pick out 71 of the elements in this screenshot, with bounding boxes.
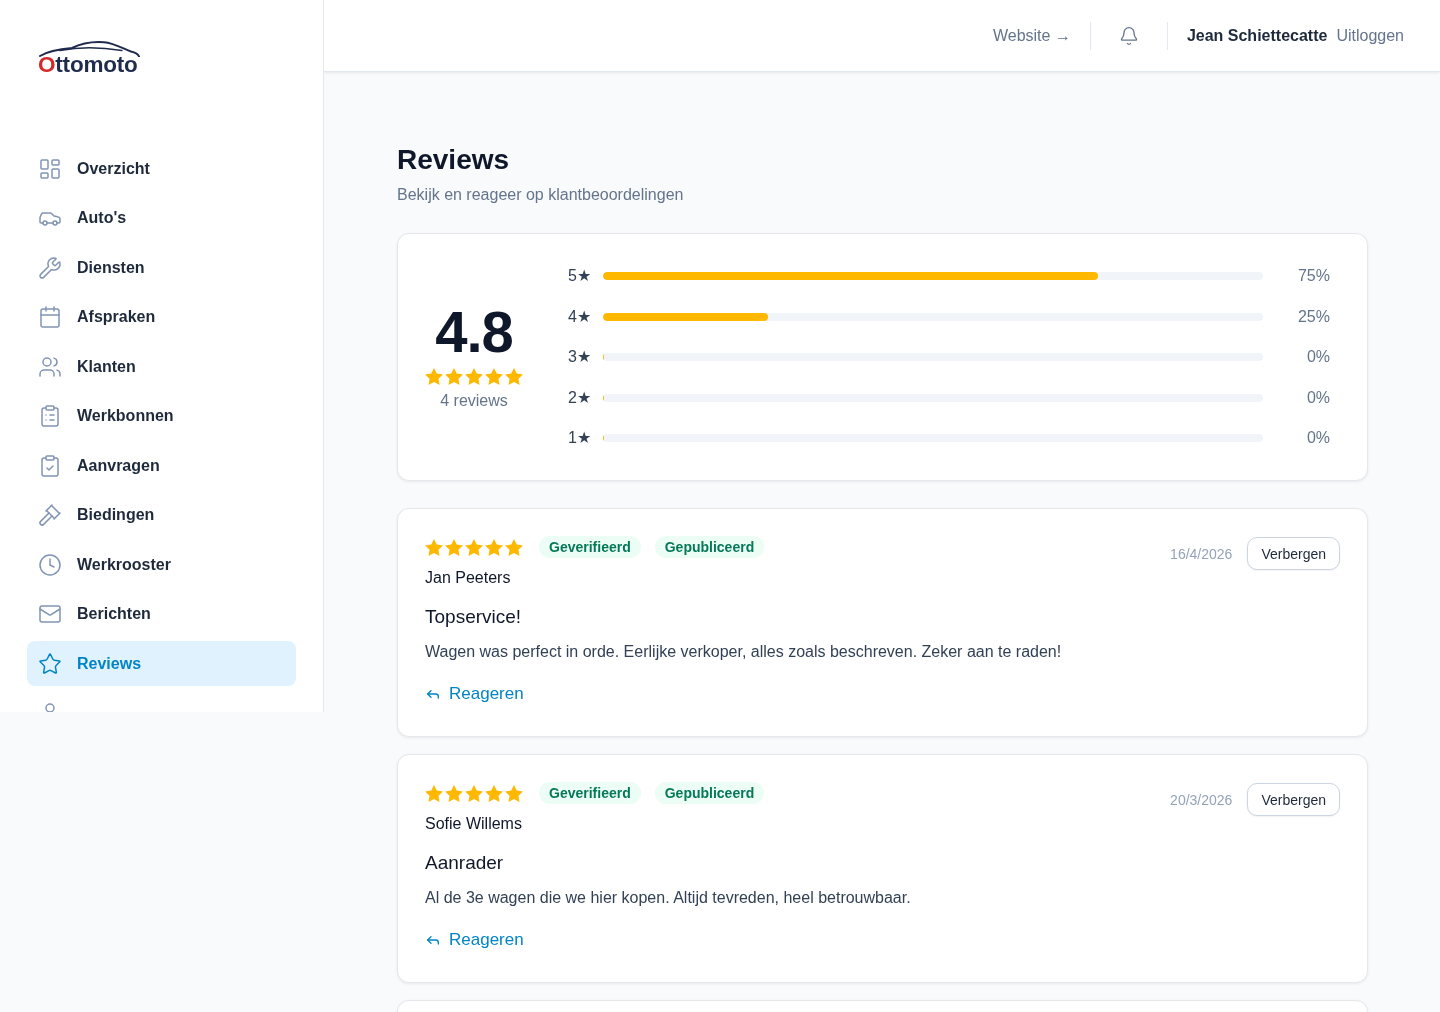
status-badge: Gepubliceerd (654, 536, 765, 558)
star-icon (425, 538, 443, 556)
star-icon (505, 538, 523, 556)
star-icon (445, 368, 463, 385)
star-icon (425, 368, 443, 385)
percentage-text: 25% (1296, 306, 1330, 327)
star-icon (485, 368, 503, 385)
sidebar-item[interactable]: Overzicht (27, 146, 296, 191)
grid-icon (38, 156, 62, 181)
sidebar-item[interactable]: Reviews (27, 641, 296, 686)
review-title: Aanrader (425, 851, 504, 875)
page-subtitle: Bekijk en reageer op klantbeoordelingen (397, 185, 684, 205)
reviewer-name: Sofie Willems (425, 814, 522, 834)
hide-button[interactable]: Verbergen (1247, 783, 1340, 816)
logout-link[interactable]: Uitloggen (1336, 26, 1404, 45)
star-icon (445, 784, 463, 802)
star-level-label: 3★ (568, 347, 592, 367)
star-icon (465, 538, 483, 556)
gavel-icon (38, 503, 62, 527)
average-rating: 4.8 (435, 302, 513, 362)
reply-link[interactable]: Reageren (425, 682, 524, 706)
sidebar-item[interactable]: Biedingen (27, 492, 296, 538)
star-icon (485, 784, 503, 802)
calendar-icon (38, 305, 62, 329)
percentage-text: 0% (1305, 428, 1330, 448)
sidebar-item[interactable]: Afspraken (27, 294, 296, 340)
review-count: 4 reviews (440, 391, 508, 411)
review-text: Wagen was perfect in orde. Eerlijke verkoper, alles zoals beschreven. Zeker aan te raden! (425, 642, 1062, 662)
star-icon (445, 538, 463, 556)
star-icon (425, 784, 443, 802)
clock-icon (38, 552, 62, 577)
review-date: 16/4/2026 (1170, 545, 1233, 562)
star-level-label: 5★ (568, 266, 592, 286)
star-icon (38, 651, 62, 676)
star-level-label: 1★ (568, 428, 592, 448)
page-title: Reviews (397, 143, 510, 177)
sidebar-item[interactable]: Berichten (27, 591, 296, 637)
sidebar-item[interactable]: Auto's (27, 195, 296, 241)
status-badge: Gepubliceerd (654, 782, 765, 804)
sidebar-item[interactable]: Werkrooster (27, 542, 296, 587)
percentage-text: 0% (1305, 387, 1330, 408)
clipboard-check-icon (38, 453, 62, 478)
bell-icon[interactable] (1118, 25, 1139, 46)
sidebar-item[interactable]: Werkbonnen (27, 393, 296, 439)
star-icon (465, 784, 483, 802)
clipboard-list-icon (38, 404, 62, 428)
website-link[interactable]: Website → (992, 26, 1071, 45)
status-badge: Geverifieerd (539, 536, 641, 558)
percentage-text: 0% (1305, 347, 1330, 367)
hide-button[interactable]: Verbergen (1247, 537, 1340, 570)
sidebar-item[interactable]: Aanvragen (27, 443, 296, 488)
reviewer-name: Jan Peeters (425, 568, 511, 588)
users-icon (38, 354, 62, 379)
star-icon (505, 368, 523, 385)
star-icon (465, 368, 483, 385)
user-name: Jean Schiettecatte (1186, 26, 1328, 45)
percentage-text: 75% (1296, 266, 1330, 286)
star-icon (485, 538, 503, 556)
brand-logo: Ottomoto (38, 41, 142, 76)
reply-link[interactable]: Reageren (425, 928, 524, 952)
wrench-icon (38, 255, 62, 280)
star-level-label: 4★ (568, 306, 592, 327)
envelope-icon (38, 602, 62, 626)
sidebar-item[interactable]: Diensten (27, 245, 296, 290)
star-icon (505, 784, 523, 802)
review-text: Al de 3e wagen die we hier kopen. Altijd tevreden, heel betrouwbaar. (425, 888, 911, 908)
review-title: Topservice! (425, 605, 522, 629)
star-level-label: 2★ (568, 387, 592, 408)
sidebar-item[interactable]: Klanten (27, 344, 296, 389)
status-badge: Geverifieerd (539, 782, 641, 804)
review-date: 20/3/2026 (1170, 791, 1233, 808)
